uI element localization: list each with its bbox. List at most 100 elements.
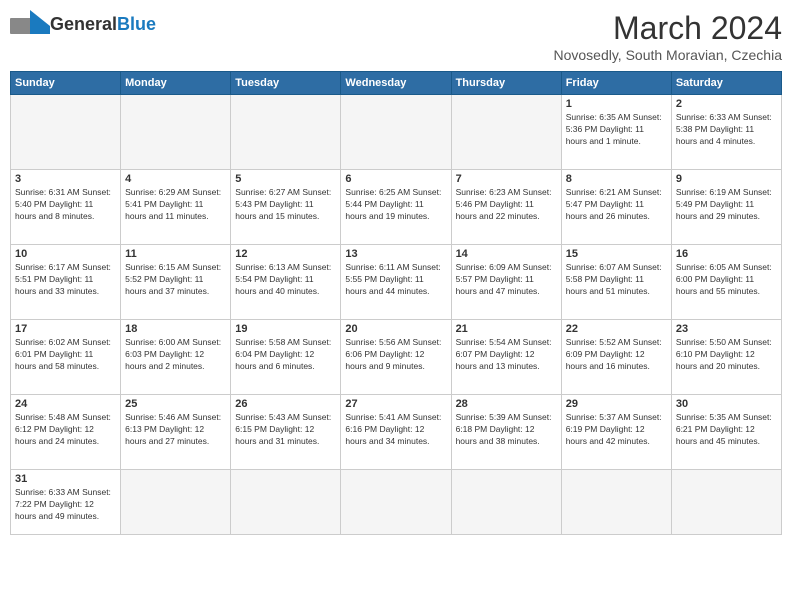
table-row: 26Sunrise: 5:43 AM Sunset: 6:15 PM Dayli… bbox=[231, 395, 341, 470]
day-number: 17 bbox=[15, 323, 116, 335]
day-number: 26 bbox=[235, 398, 336, 410]
day-number: 29 bbox=[566, 398, 667, 410]
location-title: Novosedly, South Moravian, Czechia bbox=[553, 47, 782, 63]
table-row: 9Sunrise: 6:19 AM Sunset: 5:49 PM Daylig… bbox=[671, 170, 781, 245]
table-row bbox=[671, 470, 781, 535]
day-number: 2 bbox=[676, 98, 777, 110]
table-row: 12Sunrise: 6:13 AM Sunset: 5:54 PM Dayli… bbox=[231, 245, 341, 320]
day-info: Sunrise: 5:41 AM Sunset: 6:16 PM Dayligh… bbox=[345, 412, 446, 448]
day-info: Sunrise: 6:02 AM Sunset: 6:01 PM Dayligh… bbox=[15, 337, 116, 373]
day-info: Sunrise: 5:39 AM Sunset: 6:18 PM Dayligh… bbox=[456, 412, 557, 448]
header-thursday: Thursday bbox=[451, 72, 561, 95]
day-info: Sunrise: 6:05 AM Sunset: 6:00 PM Dayligh… bbox=[676, 262, 777, 298]
table-row: 29 Sunrise: 5:37 AM Sunset: 6:19 PM Dayli… bbox=[561, 395, 671, 470]
day-number: 6 bbox=[345, 173, 446, 185]
day-info: Sunrise: 6:29 AM Sunset: 5:41 PM Dayligh… bbox=[125, 187, 226, 223]
table-row: 13 Sunrise: 6:11 AM Sunset: 5:55 PM Dayli… bbox=[341, 245, 451, 320]
table-row bbox=[231, 95, 341, 170]
table-row: 31 Sunrise: 6:33 AM Sunset: 7:22 PM Dayli… bbox=[11, 470, 121, 535]
logo-icon bbox=[10, 10, 46, 38]
table-row bbox=[121, 470, 231, 535]
table-row bbox=[561, 470, 671, 535]
header-friday: Friday bbox=[561, 72, 671, 95]
header-sunday: Sunday bbox=[11, 72, 121, 95]
table-row bbox=[341, 470, 451, 535]
day-number: 30 bbox=[676, 398, 777, 410]
table-row bbox=[451, 470, 561, 535]
table-row: 2Sunrise: 6:33 AM Sunset: 5:38 PM Daylig… bbox=[671, 95, 781, 170]
day-number: 13 bbox=[345, 248, 446, 260]
day-number: 23 bbox=[676, 323, 777, 335]
day-info: Sunrise: 6:27 AM Sunset: 5:43 PM Dayligh… bbox=[235, 187, 336, 223]
day-number: 19 bbox=[235, 323, 336, 335]
calendar-table: Sunday Monday Tuesday Wednesday Thursday… bbox=[10, 71, 782, 535]
header: GeneralBlue March 2024 Novosedly, South … bbox=[10, 10, 782, 63]
day-number: 10 bbox=[15, 248, 116, 260]
table-row: 23Sunrise: 5:50 AM Sunset: 6:10 PM Dayli… bbox=[671, 320, 781, 395]
day-number: 8 bbox=[566, 173, 667, 185]
day-number: 20 bbox=[345, 323, 446, 335]
table-row bbox=[451, 95, 561, 170]
day-number: 14 bbox=[456, 248, 557, 260]
table-row: 28 Sunrise: 5:39 AM Sunset: 6:18 PM Dayli… bbox=[451, 395, 561, 470]
table-row: 22 Sunrise: 5:52 AM Sunset: 6:09 PM Dayli… bbox=[561, 320, 671, 395]
table-row: 17 Sunrise: 6:02 AM Sunset: 6:01 PM Dayli… bbox=[11, 320, 121, 395]
table-row: 19Sunrise: 5:58 AM Sunset: 6:04 PM Dayli… bbox=[231, 320, 341, 395]
header-saturday: Saturday bbox=[671, 72, 781, 95]
table-row: 1 Sunrise: 6:35 AM Sunset: 5:36 PM Daylig… bbox=[561, 95, 671, 170]
table-row: 24Sunrise: 5:48 AM Sunset: 6:12 PM Dayli… bbox=[11, 395, 121, 470]
day-info: Sunrise: 5:56 AM Sunset: 6:06 PM Dayligh… bbox=[345, 337, 446, 373]
day-number: 28 bbox=[456, 398, 557, 410]
calendar-week-row: 17 Sunrise: 6:02 AM Sunset: 6:01 PM Dayli… bbox=[11, 320, 782, 395]
table-row: 11 Sunrise: 6:15 AM Sunset: 5:52 PM Dayli… bbox=[121, 245, 231, 320]
day-number: 7 bbox=[456, 173, 557, 185]
day-number: 27 bbox=[345, 398, 446, 410]
day-info: Sunrise: 6:07 AM Sunset: 5:58 PM Dayligh… bbox=[566, 262, 667, 298]
header-wednesday: Wednesday bbox=[341, 72, 451, 95]
calendar-week-row: 24Sunrise: 5:48 AM Sunset: 6:12 PM Dayli… bbox=[11, 395, 782, 470]
table-row bbox=[11, 95, 121, 170]
day-info: Sunrise: 6:33 AM Sunset: 7:22 PM Dayligh… bbox=[15, 487, 116, 523]
day-number: 21 bbox=[456, 323, 557, 335]
day-info: Sunrise: 6:11 AM Sunset: 5:55 PM Dayligh… bbox=[345, 262, 446, 298]
day-number: 31 bbox=[15, 473, 116, 485]
day-info: Sunrise: 5:52 AM Sunset: 6:09 PM Dayligh… bbox=[566, 337, 667, 373]
day-info: Sunrise: 5:48 AM Sunset: 6:12 PM Dayligh… bbox=[15, 412, 116, 448]
calendar-week-row: 3 Sunrise: 6:31 AM Sunset: 5:40 PM Daylig… bbox=[11, 170, 782, 245]
table-row: 21 Sunrise: 5:54 AM Sunset: 6:07 PM Dayli… bbox=[451, 320, 561, 395]
day-number: 4 bbox=[125, 173, 226, 185]
table-row: 8Sunrise: 6:21 AM Sunset: 5:47 PM Daylig… bbox=[561, 170, 671, 245]
day-info: Sunrise: 6:31 AM Sunset: 5:40 PM Dayligh… bbox=[15, 187, 116, 223]
day-number: 3 bbox=[15, 173, 116, 185]
day-number: 16 bbox=[676, 248, 777, 260]
day-info: Sunrise: 6:25 AM Sunset: 5:44 PM Dayligh… bbox=[345, 187, 446, 223]
day-info: Sunrise: 6:13 AM Sunset: 5:54 PM Dayligh… bbox=[235, 262, 336, 298]
table-row bbox=[341, 95, 451, 170]
day-number: 22 bbox=[566, 323, 667, 335]
day-info: Sunrise: 5:54 AM Sunset: 6:07 PM Dayligh… bbox=[456, 337, 557, 373]
day-info: Sunrise: 5:37 AM Sunset: 6:19 PM Dayligh… bbox=[566, 412, 667, 448]
weekday-header-row: Sunday Monday Tuesday Wednesday Thursday… bbox=[11, 72, 782, 95]
day-info: Sunrise: 6:15 AM Sunset: 5:52 PM Dayligh… bbox=[125, 262, 226, 298]
day-info: Sunrise: 6:23 AM Sunset: 5:46 PM Dayligh… bbox=[456, 187, 557, 223]
day-number: 1 bbox=[566, 98, 667, 110]
table-row: 20 Sunrise: 5:56 AM Sunset: 6:06 PM Dayli… bbox=[341, 320, 451, 395]
title-area: March 2024 Novosedly, South Moravian, Cz… bbox=[553, 10, 782, 63]
day-info: Sunrise: 5:35 AM Sunset: 6:21 PM Dayligh… bbox=[676, 412, 777, 448]
calendar-week-row: 10Sunrise: 6:17 AM Sunset: 5:51 PM Dayli… bbox=[11, 245, 782, 320]
table-row: 15Sunrise: 6:07 AM Sunset: 5:58 PM Dayli… bbox=[561, 245, 671, 320]
header-tuesday: Tuesday bbox=[231, 72, 341, 95]
table-row: 3 Sunrise: 6:31 AM Sunset: 5:40 PM Daylig… bbox=[11, 170, 121, 245]
day-number: 9 bbox=[676, 173, 777, 185]
table-row: 18Sunrise: 6:00 AM Sunset: 6:03 PM Dayli… bbox=[121, 320, 231, 395]
table-row: 16 Sunrise: 6:05 AM Sunset: 6:00 PM Dayli… bbox=[671, 245, 781, 320]
day-number: 11 bbox=[125, 248, 226, 260]
header-monday: Monday bbox=[121, 72, 231, 95]
month-title: March 2024 bbox=[553, 10, 782, 47]
day-info: Sunrise: 6:00 AM Sunset: 6:03 PM Dayligh… bbox=[125, 337, 226, 373]
day-info: Sunrise: 6:35 AM Sunset: 5:36 PM Dayligh… bbox=[566, 112, 667, 148]
table-row: 5Sunrise: 6:27 AM Sunset: 5:43 PM Daylig… bbox=[231, 170, 341, 245]
day-number: 25 bbox=[125, 398, 226, 410]
table-row: 30 Sunrise: 5:35 AM Sunset: 6:21 PM Dayli… bbox=[671, 395, 781, 470]
day-info: Sunrise: 5:46 AM Sunset: 6:13 PM Dayligh… bbox=[125, 412, 226, 448]
